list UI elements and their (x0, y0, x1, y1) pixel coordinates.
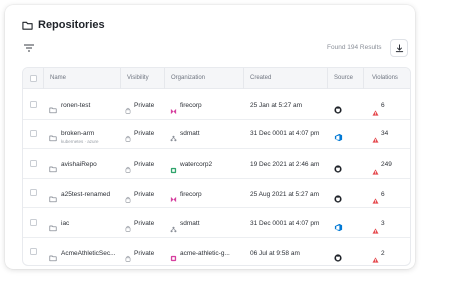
acme-org-icon (170, 249, 177, 265)
folder-icon (49, 129, 57, 147)
azure-org-icon (170, 129, 177, 147)
column-header-organization[interactable]: Organization (171, 75, 205, 81)
column-divider (243, 68, 244, 89)
created-date: 19 Dec 2021 at 2:46 am (250, 161, 320, 168)
organization-text: acme-athletic-g... (180, 249, 230, 257)
organization-text: watercorp2 (180, 161, 213, 168)
repositories-table: Name Visibility Organization Created Sou… (22, 67, 411, 266)
github-icon (334, 190, 342, 208)
warning-icon (372, 162, 379, 180)
row-checkbox[interactable] (30, 218, 37, 226)
created-date: 06 Jul at 9:58 am (250, 249, 300, 257)
lock-icon (125, 249, 131, 266)
column-header-visibility[interactable]: Visibility (127, 75, 149, 81)
page-title: Repositories (38, 19, 105, 31)
visibility-text: Private (134, 190, 155, 198)
repo-name-link[interactable]: ronen-test (61, 102, 90, 109)
visibility-text: Private (134, 161, 155, 168)
column-header-name[interactable]: Name (50, 75, 66, 81)
repo-name-link[interactable]: avishaiRepo (61, 161, 97, 168)
violations-count[interactable]: 2 (381, 250, 385, 257)
violations-count[interactable]: 34 (381, 130, 388, 137)
repo-name-link[interactable]: a25test-renamed (61, 191, 110, 198)
firecorp-icon (170, 102, 177, 120)
download-icon (395, 43, 403, 52)
filter-icon[interactable] (23, 43, 35, 53)
azure-org-icon (170, 220, 177, 238)
folder-icon (49, 101, 57, 119)
table-row[interactable]: avishaiRepo Private watercorp2 19 Dec 2021 … (23, 149, 410, 180)
created-date: 25 Aug 2021 at 5:27 am (250, 190, 320, 198)
warning-icon (372, 191, 379, 209)
column-divider (164, 68, 165, 89)
folder-icon (22, 21, 33, 30)
warning-icon (372, 130, 379, 148)
column-divider (363, 68, 364, 89)
column-header-violations[interactable]: Violations (372, 75, 398, 81)
organization-text: firecorp (180, 190, 202, 198)
firecorp-icon (170, 190, 177, 208)
download-button[interactable] (390, 39, 408, 57)
repo-name-link[interactable]: AcmeAthleticSec... (61, 250, 116, 257)
warning-icon (372, 103, 379, 121)
visibility-text: Private (134, 249, 155, 257)
organization-text: firecorp (180, 102, 202, 109)
column-divider (43, 68, 44, 89)
folder-icon (49, 249, 57, 266)
results-count: Found 194 Results (327, 44, 382, 51)
table-header: Name Visibility Organization Created Sou… (23, 68, 410, 89)
folder-icon (49, 219, 57, 237)
created-date: 31 Dec 0001 at 4:07 pm (250, 220, 320, 227)
visibility-text: Private (134, 102, 155, 109)
visibility-text: Private (134, 129, 155, 137)
column-header-created[interactable]: Created (250, 75, 271, 81)
table-row[interactable]: broken-arm kubernetes · azure Private sdmat… (23, 120, 410, 149)
visibility-text: Private (134, 220, 155, 227)
violations-count[interactable]: 6 (381, 191, 385, 198)
table-row[interactable]: a25test-renamed Private firecorp 25 Aug 202… (23, 179, 410, 209)
table-row[interactable]: AcmeAthleticSec... Private acme-athletic-g… (23, 238, 410, 266)
row-checkbox[interactable] (30, 248, 37, 256)
organization-text: sdmatt (180, 220, 200, 227)
created-date: 25 Jan at 5:27 am (250, 102, 303, 109)
azure-devops-icon (334, 129, 343, 147)
github-icon (334, 160, 342, 178)
column-divider (120, 68, 121, 89)
repo-name-link[interactable]: iac (61, 220, 69, 227)
azure-devops-icon (334, 219, 343, 237)
created-date: 31 Dec 0001 at 4:07 pm (250, 129, 320, 137)
lock-icon (125, 129, 131, 147)
organization-text: sdmatt (180, 129, 200, 137)
repositories-card: Repositories Found 194 Results Name Visi… (5, 5, 415, 269)
column-header-source[interactable]: Source (334, 75, 353, 81)
lock-icon (125, 219, 131, 237)
warning-icon (372, 250, 379, 265)
column-divider (327, 68, 328, 89)
repo-tags: kubernetes · azure (61, 138, 99, 144)
violations-count[interactable]: 6 (381, 102, 385, 109)
lock-icon (125, 190, 131, 208)
violations-count[interactable]: 249 (381, 161, 392, 168)
folder-icon (49, 160, 57, 178)
row-checkbox[interactable] (30, 130, 37, 138)
row-checkbox[interactable] (30, 159, 37, 167)
table-row[interactable]: ronen-test Private firecorp 25 Jan at 5:27 … (23, 90, 410, 121)
card-header: Repositories (22, 19, 105, 31)
lock-icon (125, 101, 131, 119)
folder-icon (49, 190, 57, 208)
table-row[interactable]: iac Private sdmatt 31 Dec 0001 at 4:07 pm 3 (23, 208, 410, 239)
warning-icon (372, 221, 379, 239)
select-all-checkbox[interactable] (30, 75, 37, 82)
watercorp-icon (170, 161, 177, 179)
row-checkbox[interactable] (30, 100, 37, 108)
github-icon (334, 249, 342, 266)
violations-count[interactable]: 3 (381, 220, 385, 227)
repo-name-link[interactable]: broken-arm (61, 130, 94, 137)
github-icon (334, 101, 342, 119)
lock-icon (125, 160, 131, 178)
row-checkbox[interactable] (30, 189, 37, 197)
